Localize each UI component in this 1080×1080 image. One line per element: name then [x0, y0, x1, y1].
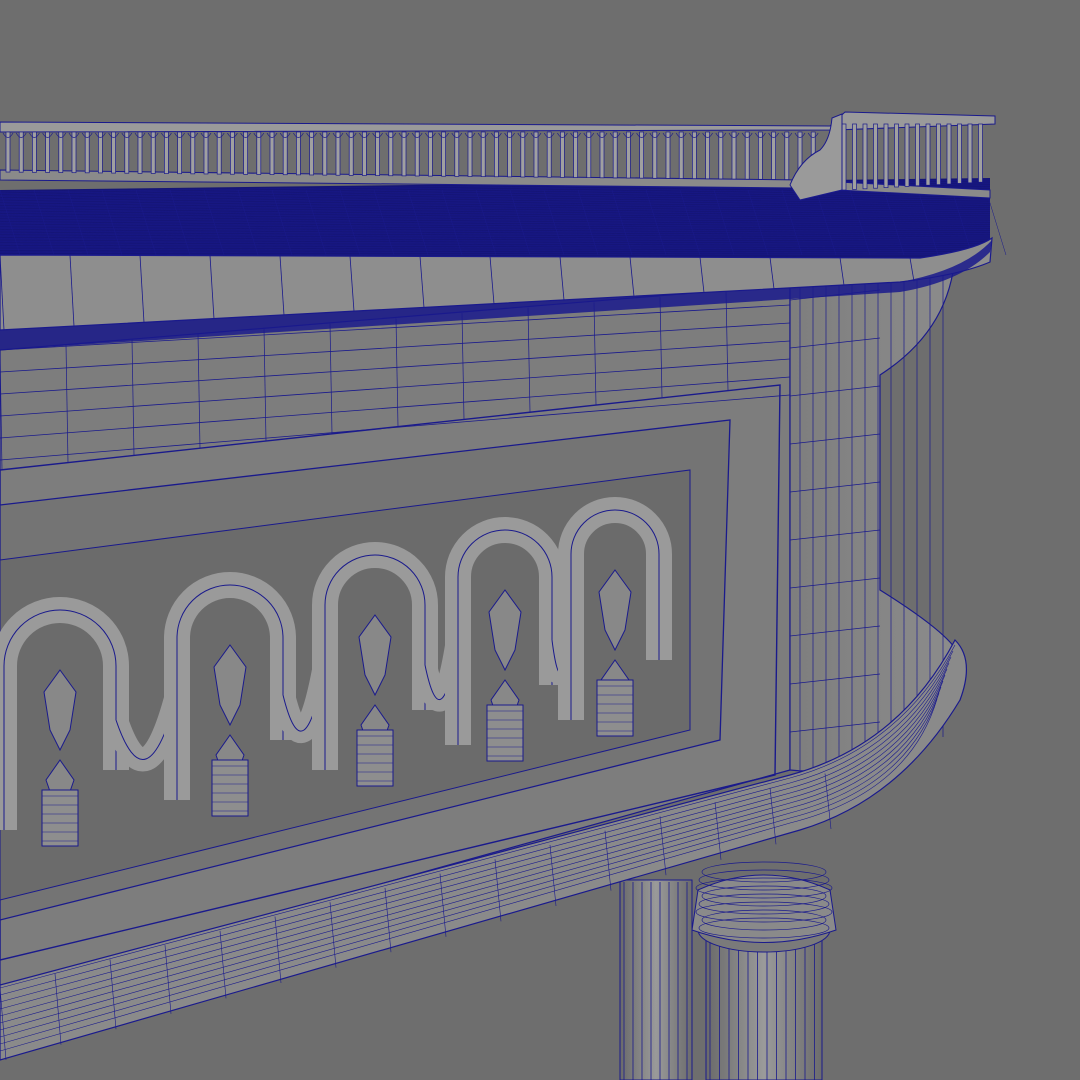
baluster	[692, 131, 697, 180]
baluster	[203, 131, 209, 175]
baluster	[626, 131, 631, 179]
baluster	[573, 131, 578, 178]
baluster	[758, 131, 763, 180]
baluster	[256, 131, 262, 175]
baluster	[678, 131, 684, 179]
corner-baluster	[915, 123, 920, 187]
baluster	[32, 131, 37, 173]
baluster	[71, 131, 77, 174]
corner-baluster	[957, 123, 962, 184]
corner-baluster	[936, 123, 941, 185]
baluster	[84, 131, 90, 174]
baluster	[296, 131, 301, 176]
column-capital	[691, 874, 837, 943]
baluster	[111, 131, 116, 174]
baluster	[744, 131, 750, 180]
baluster	[309, 131, 314, 176]
baluster	[18, 131, 24, 173]
corner-baluster	[925, 123, 931, 186]
baluster	[414, 131, 420, 177]
vase-cylinder	[596, 679, 634, 737]
baluster	[639, 131, 644, 179]
baluster	[335, 131, 341, 176]
baluster	[665, 131, 671, 179]
baluster	[428, 131, 433, 177]
baluster	[269, 131, 275, 175]
vase-cylinder	[486, 704, 524, 762]
back-leg	[619, 879, 693, 1080]
baluster	[45, 131, 50, 173]
baluster	[546, 131, 552, 178]
baluster	[507, 131, 512, 178]
baluster	[480, 131, 486, 177]
baluster	[731, 131, 737, 180]
baluster	[137, 131, 143, 174]
wireframe-scene	[0, 0, 1080, 1080]
vase-cylinder	[211, 759, 249, 817]
baluster	[5, 131, 11, 173]
corner-baluster	[862, 123, 868, 190]
baluster	[375, 131, 380, 176]
baluster	[652, 131, 658, 179]
baluster	[586, 131, 592, 179]
baluster	[348, 131, 354, 176]
baluster	[467, 131, 473, 177]
baluster	[520, 131, 526, 178]
baluster	[705, 131, 710, 180]
baluster	[216, 131, 222, 175]
corner-baluster	[852, 123, 857, 190]
baluster	[177, 131, 182, 175]
baluster	[494, 131, 499, 178]
baluster	[150, 131, 156, 174]
baluster	[388, 131, 394, 177]
baluster	[784, 131, 790, 180]
baluster	[322, 131, 328, 176]
baluster	[560, 131, 565, 178]
viewport	[0, 0, 1080, 1080]
corner-baluster	[904, 123, 910, 187]
corner-baluster	[883, 123, 889, 188]
vase-cylinder	[41, 789, 79, 847]
baluster	[243, 131, 248, 175]
baluster	[282, 131, 288, 176]
baluster	[190, 131, 196, 175]
baluster	[441, 131, 446, 177]
baluster	[533, 131, 539, 178]
corner-baluster	[873, 123, 878, 189]
baluster	[164, 131, 169, 174]
baluster	[58, 131, 64, 173]
corner-baluster	[946, 123, 952, 185]
baluster	[230, 131, 235, 175]
baluster	[401, 131, 407, 177]
baluster	[362, 131, 367, 176]
baluster	[98, 131, 103, 174]
baluster	[124, 131, 130, 174]
corner-baluster	[894, 123, 899, 188]
baluster	[718, 131, 724, 180]
baluster	[612, 131, 618, 179]
corner-baluster	[978, 123, 983, 183]
baluster	[599, 131, 605, 179]
corner-baluster	[967, 123, 973, 184]
baluster	[771, 131, 776, 180]
legs	[619, 861, 837, 1080]
baluster	[454, 131, 460, 177]
vase-cylinder	[356, 729, 394, 787]
corner-baluster	[841, 123, 847, 191]
